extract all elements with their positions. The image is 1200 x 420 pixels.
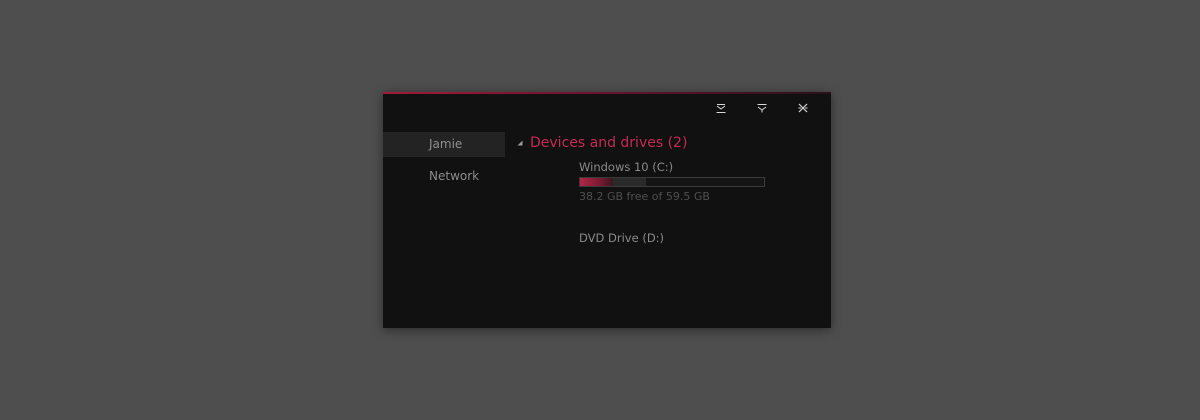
maximize-icon <box>757 103 767 113</box>
group-title: Devices and drives (2) <box>530 135 688 151</box>
drive-item-d[interactable]: DVD Drive (D:) <box>579 230 831 246</box>
group-header-devices-and-drives[interactable]: Devices and drives (2) <box>517 133 831 153</box>
close-icon <box>798 103 808 113</box>
content-pane: Devices and drives (2) Windows 10 (C:) 3… <box>517 133 831 246</box>
drive-usage-bar <box>579 177 765 187</box>
minimize-button[interactable] <box>700 98 741 118</box>
explorer-window: Jamie Network Devices and drives (2) Win… <box>383 92 831 328</box>
sidebar-item-label: Jamie <box>429 137 463 151</box>
close-button[interactable] <box>782 98 823 118</box>
drive-free-space: 38.2 GB free of 59.5 GB <box>579 190 710 203</box>
sidebar-item-label: Network <box>429 169 480 183</box>
navigation-pane: Jamie Network <box>383 132 505 196</box>
drive-name: DVD Drive (D:) <box>579 231 665 245</box>
window-accent-bar <box>383 92 831 94</box>
sidebar-item-network[interactable]: Network <box>383 164 505 189</box>
minimize-icon <box>716 103 726 113</box>
drive-usage-fill <box>580 178 646 186</box>
drive-name: Windows 10 (C:) <box>579 160 674 174</box>
collapse-arrow-icon[interactable] <box>517 140 529 146</box>
drive-item-c[interactable]: Windows 10 (C:) 38.2 GB free of 59.5 GB <box>579 159 831 204</box>
maximize-button[interactable] <box>741 98 782 118</box>
sidebar-item-jamie[interactable]: Jamie <box>383 132 505 157</box>
caption-buttons <box>700 98 823 118</box>
